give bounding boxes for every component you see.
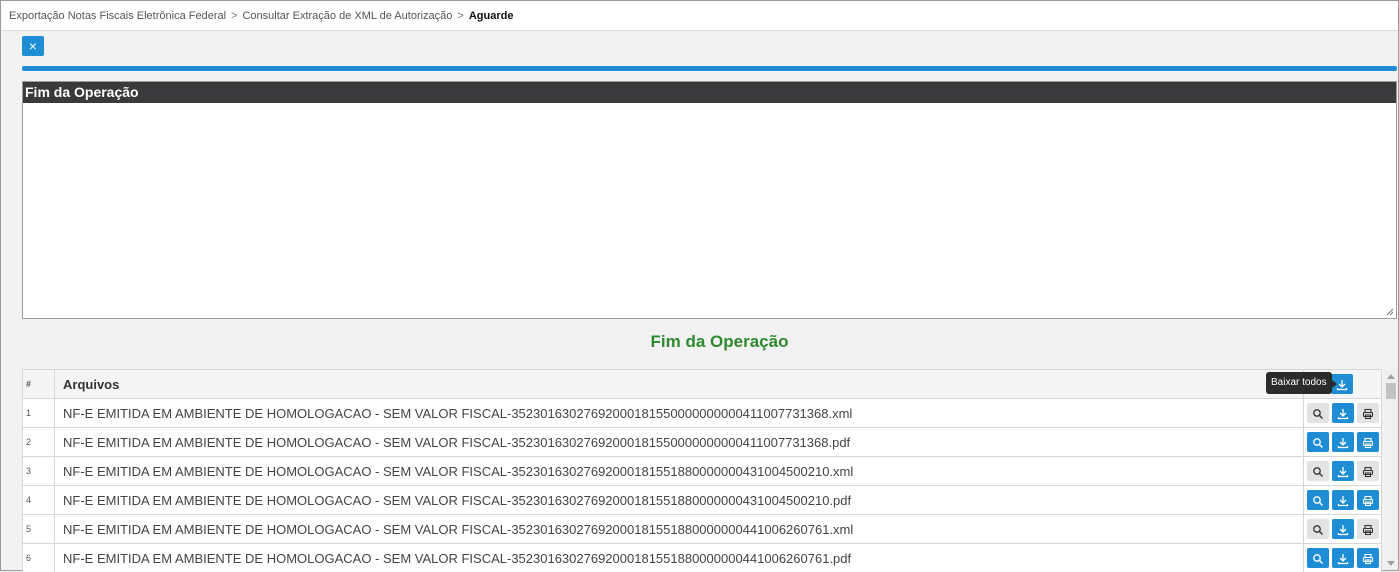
search-icon bbox=[1312, 524, 1324, 536]
table-row: 4NF-E EMITIDA EM AMBIENTE DE HOMOLOGACAO… bbox=[23, 486, 1382, 515]
breadcrumb-current: Aguarde bbox=[469, 10, 514, 22]
print-button[interactable] bbox=[1357, 490, 1379, 510]
row-number: 3 bbox=[23, 457, 55, 486]
print-icon bbox=[1362, 437, 1374, 449]
breadcrumb-separator: > bbox=[231, 10, 237, 22]
download-icon bbox=[1337, 466, 1349, 478]
table-header-row: # Arquivos bbox=[23, 370, 1382, 399]
breadcrumb: Exportação Notas Fiscais Eletrônica Fede… bbox=[1, 1, 1398, 31]
print-button[interactable] bbox=[1357, 548, 1379, 568]
files-table: # Arquivos 1NF-E EMITIDA EM AMBIENTE DE … bbox=[22, 369, 1382, 572]
header-number: # bbox=[23, 370, 55, 399]
result-title: Fim da Operação bbox=[1, 332, 1399, 352]
breadcrumb-item-export[interactable]: Exportação Notas Fiscais Eletrônica Fede… bbox=[9, 10, 226, 22]
download-icon bbox=[1337, 495, 1349, 507]
app-frame: Exportação Notas Fiscais Eletrônica Fede… bbox=[0, 0, 1399, 571]
file-name[interactable]: NF-E EMITIDA EM AMBIENTE DE HOMOLOGACAO … bbox=[55, 515, 1304, 544]
row-number: 1 bbox=[23, 399, 55, 428]
scroll-thumb[interactable] bbox=[1386, 383, 1396, 399]
table-row: 3NF-E EMITIDA EM AMBIENTE DE HOMOLOGACAO… bbox=[23, 457, 1382, 486]
print-icon bbox=[1362, 495, 1374, 507]
print-icon bbox=[1362, 408, 1374, 420]
file-name[interactable]: NF-E EMITIDA EM AMBIENTE DE HOMOLOGACAO … bbox=[55, 486, 1304, 515]
row-actions bbox=[1304, 457, 1382, 486]
breadcrumb-separator: > bbox=[457, 10, 463, 22]
scroll-down-icon[interactable] bbox=[1387, 561, 1395, 566]
print-button[interactable] bbox=[1357, 403, 1379, 423]
header-files: Arquivos bbox=[55, 370, 1304, 399]
download-icon bbox=[1336, 379, 1348, 391]
print-button[interactable] bbox=[1357, 461, 1379, 481]
view-button[interactable] bbox=[1307, 403, 1329, 423]
close-button[interactable]: × bbox=[22, 36, 44, 56]
log-header: Fim da Operação bbox=[23, 82, 1396, 103]
print-icon bbox=[1362, 524, 1374, 536]
scroll-up-icon[interactable] bbox=[1387, 374, 1395, 379]
download-button[interactable] bbox=[1332, 461, 1354, 481]
table-row: 5NF-E EMITIDA EM AMBIENTE DE HOMOLOGACAO… bbox=[23, 515, 1382, 544]
file-name[interactable]: NF-E EMITIDA EM AMBIENTE DE HOMOLOGACAO … bbox=[55, 399, 1304, 428]
files-table-container: # Arquivos 1NF-E EMITIDA EM AMBIENTE DE … bbox=[22, 369, 1382, 572]
download-icon bbox=[1337, 553, 1349, 565]
log-textarea[interactable]: Fim da Operação bbox=[22, 81, 1397, 319]
progress-bar bbox=[22, 66, 1397, 71]
download-icon bbox=[1337, 437, 1349, 449]
search-icon bbox=[1312, 466, 1324, 478]
row-actions bbox=[1304, 399, 1382, 428]
view-button[interactable] bbox=[1307, 519, 1329, 539]
close-icon: × bbox=[29, 38, 37, 54]
view-button[interactable] bbox=[1307, 432, 1329, 452]
row-number: 4 bbox=[23, 486, 55, 515]
table-scrollbar[interactable] bbox=[1384, 369, 1398, 570]
download-button[interactable] bbox=[1332, 548, 1354, 568]
search-icon bbox=[1312, 408, 1324, 420]
view-button[interactable] bbox=[1307, 461, 1329, 481]
download-button[interactable] bbox=[1332, 519, 1354, 539]
file-name[interactable]: NF-E EMITIDA EM AMBIENTE DE HOMOLOGACAO … bbox=[55, 428, 1304, 457]
view-button[interactable] bbox=[1307, 490, 1329, 510]
table-row: 1NF-E EMITIDA EM AMBIENTE DE HOMOLOGACAO… bbox=[23, 399, 1382, 428]
download-button[interactable] bbox=[1332, 403, 1354, 423]
row-number: 6 bbox=[23, 544, 55, 572]
file-name[interactable]: NF-E EMITIDA EM AMBIENTE DE HOMOLOGACAO … bbox=[55, 457, 1304, 486]
row-actions bbox=[1304, 428, 1382, 457]
print-icon bbox=[1362, 553, 1374, 565]
search-icon bbox=[1312, 553, 1324, 565]
download-icon bbox=[1337, 524, 1349, 536]
table-row: 6NF-E EMITIDA EM AMBIENTE DE HOMOLOGACAO… bbox=[23, 544, 1382, 572]
print-icon bbox=[1362, 466, 1374, 478]
row-actions bbox=[1304, 486, 1382, 515]
row-number: 2 bbox=[23, 428, 55, 457]
breadcrumb-item-consult[interactable]: Consultar Extração de XML de Autorização bbox=[242, 10, 452, 22]
download-button[interactable] bbox=[1332, 432, 1354, 452]
print-button[interactable] bbox=[1357, 519, 1379, 539]
row-number: 5 bbox=[23, 515, 55, 544]
download-icon bbox=[1337, 408, 1349, 420]
file-name[interactable]: NF-E EMITIDA EM AMBIENTE DE HOMOLOGACAO … bbox=[55, 544, 1304, 572]
row-actions bbox=[1304, 544, 1382, 572]
row-actions bbox=[1304, 515, 1382, 544]
resize-grip-icon[interactable] bbox=[1386, 308, 1394, 316]
view-button[interactable] bbox=[1307, 548, 1329, 568]
search-icon bbox=[1312, 437, 1324, 449]
download-all-tooltip: Baixar todos bbox=[1266, 372, 1332, 394]
print-button[interactable] bbox=[1357, 432, 1379, 452]
search-icon bbox=[1312, 495, 1324, 507]
download-button[interactable] bbox=[1332, 490, 1354, 510]
table-row: 2NF-E EMITIDA EM AMBIENTE DE HOMOLOGACAO… bbox=[23, 428, 1382, 457]
